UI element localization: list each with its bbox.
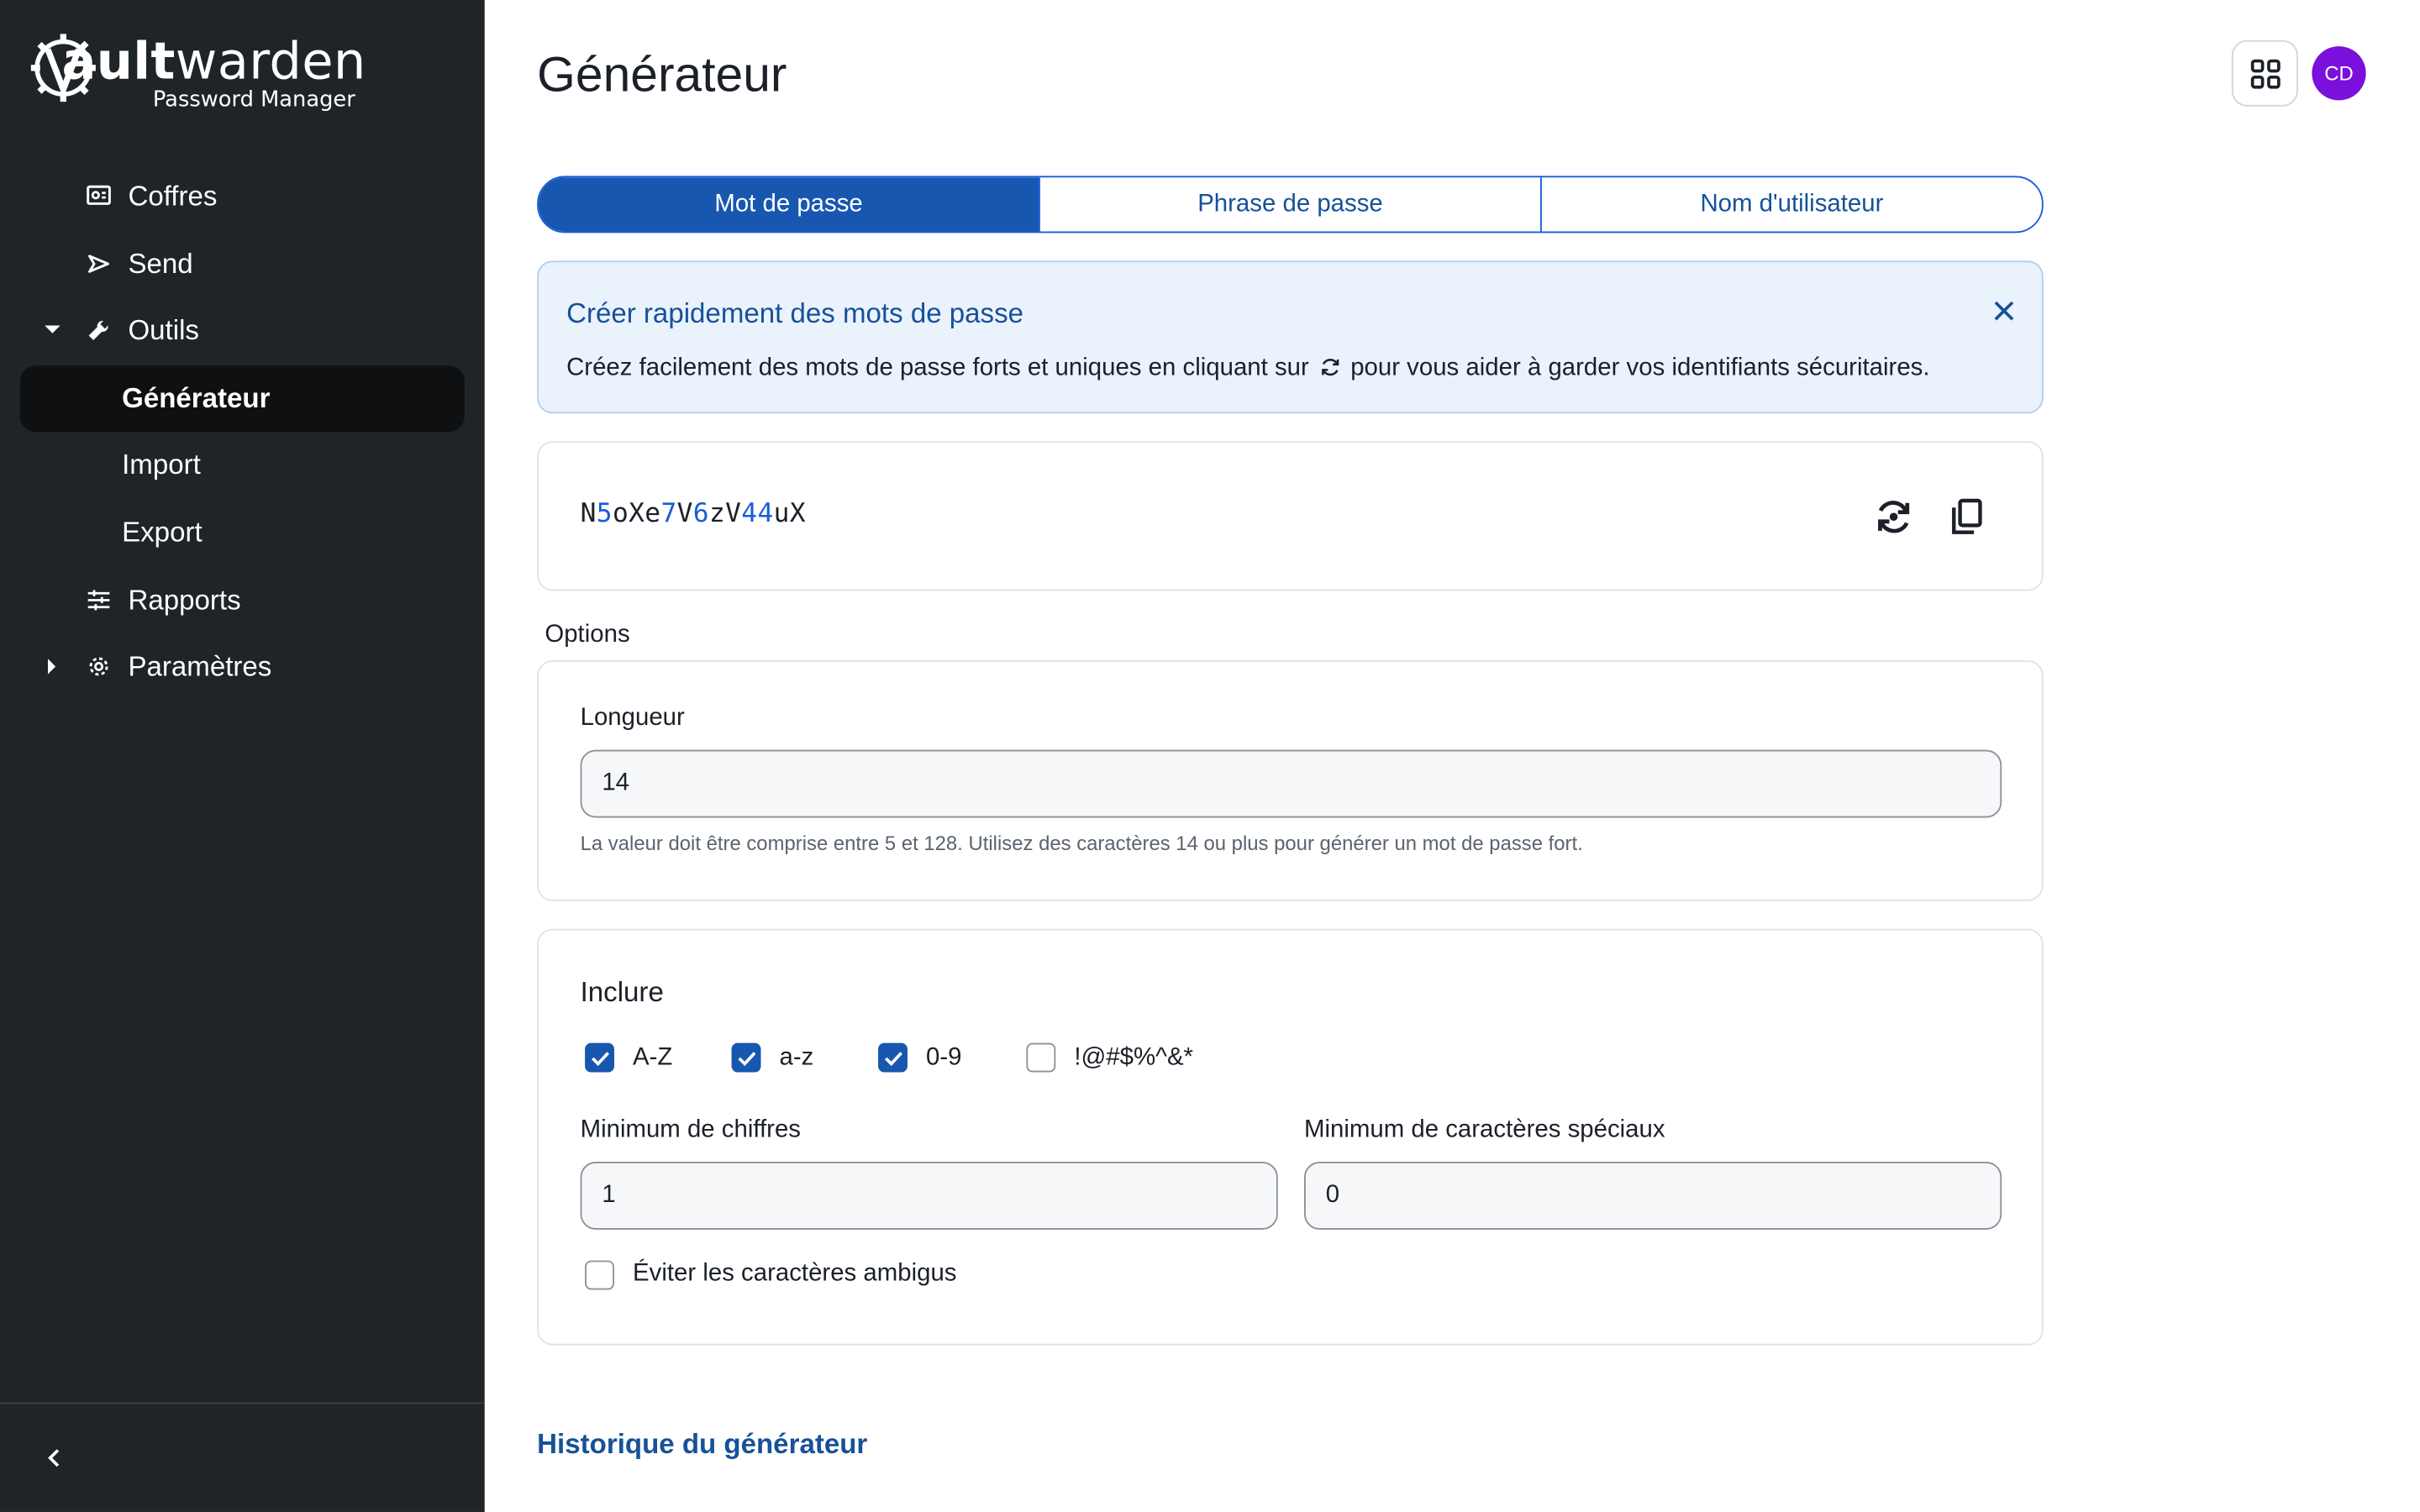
generator-type-tabs: Mot de passe Phrase de passe Nom d'utili… <box>537 176 2044 234</box>
logo-wordmark: aultwarden <box>61 30 366 92</box>
sidebar-item-send[interactable]: Send <box>20 233 465 294</box>
min-special-input[interactable]: 0 <box>1304 1162 2002 1230</box>
sidebar-item-coffres[interactable]: Coffres <box>20 165 465 227</box>
logo-subtitle: Password Manager <box>152 87 355 113</box>
include-card: Inclure A-Z a-z 0-9 !@#$%^&* Minimum de … <box>537 928 2044 1346</box>
checkbox-uppercase-label: A-Z <box>633 1044 673 1071</box>
length-label: Longueur <box>580 705 685 732</box>
length-hint: La valeur doit être comprise entre 5 et … <box>580 831 1583 855</box>
sidebar-item-import[interactable]: Import <box>20 433 465 495</box>
tab-mot-de-passe[interactable]: Mot de passe <box>539 177 1039 232</box>
sidebar-item-label: Paramètres <box>128 650 272 681</box>
min-digits-label: Minimum de chiffres <box>580 1116 801 1143</box>
min-special-label: Minimum de caractères spéciaux <box>1304 1116 1665 1143</box>
callout-text-after: pour vous aider à garder vos identifiant… <box>1350 354 1930 381</box>
checkbox-lowercase[interactable] <box>731 1042 761 1073</box>
wrench-icon <box>85 317 113 344</box>
regenerate-icon <box>1878 501 1910 533</box>
min-digits-input[interactable]: 1 <box>580 1162 1278 1230</box>
send-icon <box>85 250 113 278</box>
sidebar-item-label: Import <box>122 448 201 480</box>
password-letter-segment: oXe <box>612 498 661 529</box>
checkbox-avoid-ambiguous-label: Éviter les caractères ambigus <box>633 1260 957 1287</box>
length-input[interactable]: 14 <box>580 749 2002 818</box>
checkbox-lowercase-label: a-z <box>779 1044 814 1071</box>
close-callout-button[interactable] <box>1986 293 2020 327</box>
callout-title: Créer rapidement des mots de passe <box>566 297 1024 329</box>
copy-password-button[interactable] <box>1946 496 1989 538</box>
generator-history-link[interactable]: Historique du générateur <box>537 1429 867 1462</box>
checkbox-special-label: !@#$%^&* <box>1074 1044 1193 1071</box>
checkbox-numbers-label: 0-9 <box>926 1044 962 1071</box>
vault-icon <box>85 182 113 210</box>
regenerate-icon <box>1319 356 1341 386</box>
sidebar-item-label: Rapports <box>128 584 241 615</box>
close-icon <box>1993 300 2013 320</box>
sidebar-item-label: Coffres <box>128 179 218 211</box>
regenerate-password-button[interactable] <box>1872 496 1915 538</box>
sidebar-item-label: Send <box>128 247 193 279</box>
password-letter-segment: N <box>580 498 597 529</box>
vaultwarden-logo[interactable]: aultwarden Password Manager <box>30 30 386 123</box>
sidebar-item-parametres[interactable]: Paramètres <box>20 636 465 697</box>
app-switcher-button[interactable] <box>2231 39 2298 107</box>
grid-icon <box>2249 58 2280 88</box>
sidebar-item-rapports[interactable]: Rapports <box>20 570 465 631</box>
sidebar-item-export[interactable]: Export <box>20 501 465 563</box>
password-digit-segment: 44 <box>741 498 774 529</box>
checkbox-uppercase[interactable] <box>585 1042 615 1073</box>
options-section-label: Options <box>544 622 630 648</box>
sidebar-item-label: Export <box>122 516 203 548</box>
password-digit-segment: 6 <box>692 498 709 529</box>
password-digit-segment: 5 <box>596 498 613 529</box>
checkbox-numbers[interactable] <box>878 1042 908 1073</box>
generated-password: N5oXe7V6zV44uX <box>581 498 806 529</box>
generated-password-card: N5oXe7V6zV44uX <box>537 441 2044 591</box>
checkmark-icon <box>884 1051 902 1066</box>
callout-text-before: Créez facilement des mots de passe forts… <box>566 354 1309 381</box>
caret-right-icon <box>45 659 60 675</box>
chevron-left-icon <box>48 1449 60 1467</box>
length-card: Longueur 14 La valeur doit être comprise… <box>537 660 2044 901</box>
tab-nom-utilisateur[interactable]: Nom d'utilisateur <box>1540 177 2042 232</box>
callout-body: Créez facilement des mots de passe forts… <box>566 354 1929 386</box>
sidebar-item-generateur[interactable]: Générateur <box>19 365 465 433</box>
gear-icon <box>85 653 113 680</box>
copy-icon <box>1952 498 1982 534</box>
include-title: Inclure <box>580 976 664 1008</box>
collapse-sidebar-button[interactable] <box>37 1441 71 1474</box>
password-letter-segment: uX <box>773 498 806 529</box>
sidebar: aultwarden Password Manager Coffres Send… <box>0 0 485 1512</box>
sliders-icon <box>85 586 113 614</box>
avatar[interactable]: CD <box>2312 46 2366 101</box>
checkmark-icon <box>737 1051 755 1066</box>
password-letter-segment: zV <box>708 498 742 529</box>
sidebar-item-outils[interactable]: Outils <box>20 299 465 360</box>
page-title: Générateur <box>537 46 787 102</box>
sidebar-footer <box>0 1402 485 1512</box>
sidebar-item-label: Outils <box>128 313 199 345</box>
info-callout: Créer rapidement des mots de passe Créez… <box>537 260 2044 414</box>
checkbox-avoid-ambiguous[interactable] <box>585 1260 615 1290</box>
checkbox-special[interactable] <box>1026 1042 1056 1073</box>
caret-down-icon <box>45 323 60 338</box>
password-letter-segment: V <box>676 498 693 529</box>
tab-phrase-de-passe[interactable]: Phrase de passe <box>1039 177 1540 232</box>
password-digit-segment: 7 <box>660 498 677 529</box>
checkmark-icon <box>591 1051 609 1066</box>
sidebar-item-label: Générateur <box>122 382 271 414</box>
